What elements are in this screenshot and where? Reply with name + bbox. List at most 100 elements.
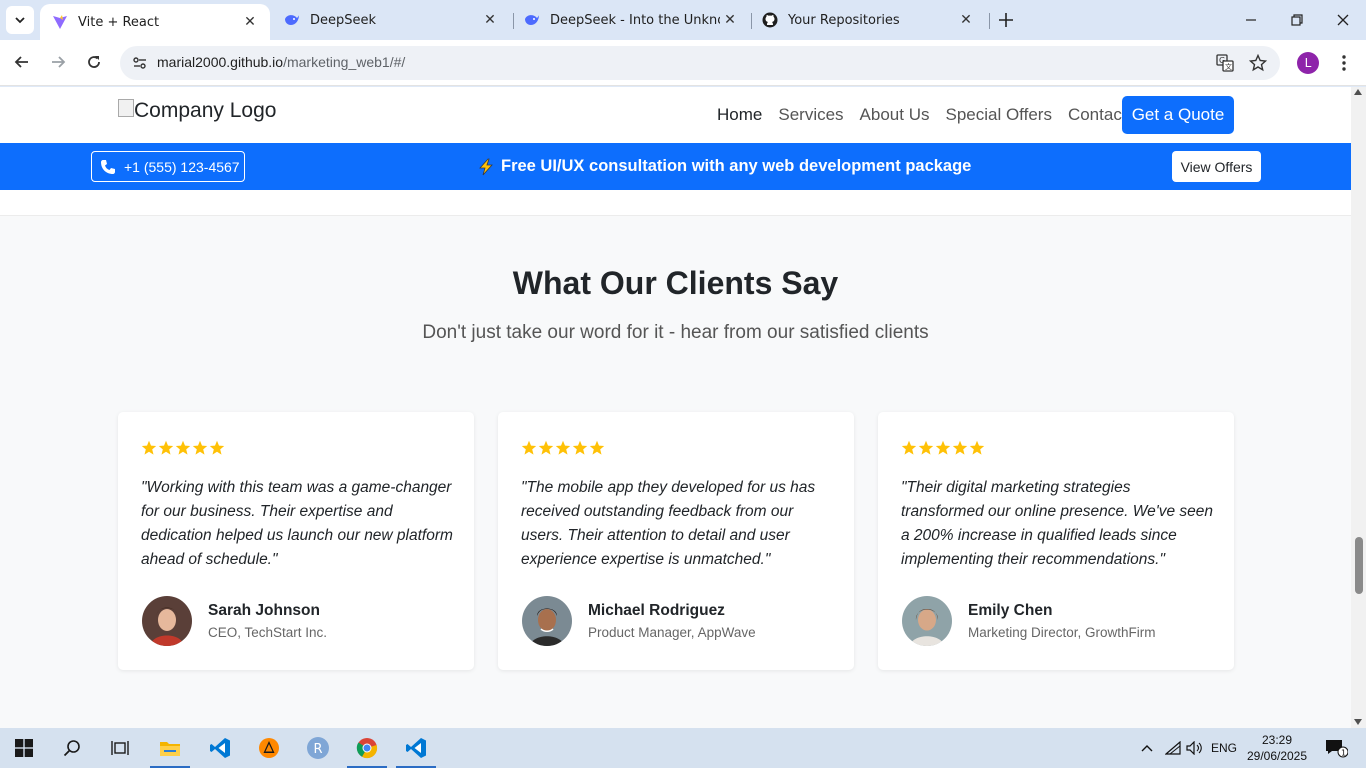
promo-banner: +1 (555) 123-4567 Free UI/UX consultatio…: [0, 143, 1351, 190]
r-icon: R: [307, 737, 329, 759]
browser-tab-strip: Vite + React ✕ DeepSeek ✕ DeepSeek - Int…: [0, 0, 1366, 40]
testimonial-card: "Their digital marketing strategies tran…: [878, 412, 1234, 670]
language-indicator[interactable]: ENG: [1208, 728, 1240, 768]
clock-date: 29/06/2025: [1246, 749, 1308, 763]
vlc-icon: [259, 738, 279, 758]
star-icon: [572, 440, 588, 455]
new-tab-button[interactable]: [994, 8, 1018, 32]
get-quote-button[interactable]: Get a Quote: [1122, 96, 1234, 134]
restore-button[interactable]: [1274, 0, 1320, 40]
close-icon[interactable]: ✕: [480, 10, 500, 30]
back-button[interactable]: [8, 48, 36, 76]
chrome-app[interactable]: [345, 728, 389, 768]
vscode-app[interactable]: [198, 728, 242, 768]
tab-vite-react[interactable]: Vite + React ✕: [40, 4, 270, 40]
testimonial-card: "Working with this team was a game-chang…: [118, 412, 474, 670]
phone-number: +1 (555) 123-4567: [124, 158, 240, 175]
author-name: Emily Chen: [968, 602, 1053, 619]
testimonials-subtitle: Don't just take our word for it - hear f…: [422, 322, 929, 343]
clock-time: 23:29: [1261, 733, 1293, 747]
taskbar-search-button[interactable]: [50, 728, 94, 768]
volume-icon[interactable]: [1184, 728, 1206, 768]
arrow-left-icon: [14, 56, 28, 68]
tab-your-repositories[interactable]: Your Repositories ✕: [750, 0, 986, 40]
star-icon: [521, 440, 537, 455]
deepseek-icon: [284, 12, 300, 28]
testimonials-title: What Our Clients Say: [512, 265, 839, 301]
lightning-icon: [479, 158, 493, 175]
vite-icon: [52, 14, 68, 30]
company-logo[interactable]: Company Logo: [118, 99, 276, 123]
translate-icon[interactable]: G文: [1214, 52, 1236, 74]
nav-link-services[interactable]: Services: [778, 105, 843, 125]
close-window-button[interactable]: [1320, 0, 1366, 40]
tab-deepseek[interactable]: DeepSeek ✕: [272, 0, 510, 40]
folder-icon: [160, 742, 180, 756]
star-icon: [192, 440, 208, 455]
section-divider: [0, 190, 1351, 216]
star-icon: [918, 440, 934, 455]
start-button[interactable]: [2, 728, 46, 768]
forward-button[interactable]: [44, 48, 72, 76]
view-offers-button[interactable]: View Offers: [1172, 151, 1261, 182]
testimonial-card: "The mobile app they developed for us ha…: [498, 412, 854, 670]
network-icon[interactable]: [1162, 728, 1184, 768]
tab-title: DeepSeek: [310, 12, 377, 28]
testimonial-quote: "Working with this team was a game-chang…: [141, 479, 453, 568]
close-icon[interactable]: ✕: [956, 10, 976, 30]
minimize-icon: [1246, 19, 1256, 21]
svg-text:文: 文: [1225, 62, 1232, 71]
close-icon[interactable]: ✕: [720, 10, 740, 30]
file-explorer-app[interactable]: [148, 728, 192, 768]
arrow-right-icon: [52, 56, 66, 68]
notification-center-button[interactable]: 1: [1318, 728, 1354, 768]
nav-link-contact[interactable]: Contact: [1068, 105, 1127, 125]
tab-title: DeepSeek - Into the Unknown: [550, 12, 720, 28]
star-icon: [141, 440, 157, 455]
r-app[interactable]: R: [296, 728, 340, 768]
chevron-down-icon: [15, 17, 25, 24]
task-view-button[interactable]: [98, 728, 142, 768]
vscode-app-active[interactable]: [394, 728, 438, 768]
testimonial-author: Michael Rodriguez Product Manager, AppWa…: [522, 596, 756, 646]
tab-title: Vite + React: [78, 14, 160, 30]
scroll-down-icon[interactable]: [1354, 719, 1362, 725]
reload-button[interactable]: [80, 48, 108, 76]
star-icon: [555, 440, 571, 455]
avatar: [902, 596, 952, 646]
nav-link-about-us[interactable]: About Us: [860, 105, 930, 125]
page-scrollbar[interactable]: [1351, 87, 1366, 728]
notification-count: 1: [1341, 749, 1346, 758]
testimonial-author: Sarah Johnson CEO, TechStart Inc.: [142, 596, 327, 646]
vlc-app[interactable]: [247, 728, 291, 768]
close-icon[interactable]: ✕: [240, 12, 260, 32]
github-icon: [762, 12, 778, 28]
star-icon: [209, 440, 225, 455]
address-bar[interactable]: marial2000.github.io/marketing_web1/#/ G…: [120, 46, 1280, 80]
broken-image-icon: [118, 99, 134, 117]
clock[interactable]: 23:29 29/06/2025: [1246, 732, 1308, 764]
promo-message: Free UI/UX consultation with any web dev…: [478, 157, 971, 176]
chrome-icon: [356, 738, 378, 759]
star-icon: [175, 440, 191, 455]
scroll-up-icon[interactable]: [1354, 89, 1362, 95]
testimonial-author: Emily Chen Marketing Director, GrowthFir…: [902, 596, 1156, 646]
svg-text:R: R: [314, 742, 323, 757]
bookmark-star-icon[interactable]: [1247, 52, 1269, 74]
show-hidden-icons-button[interactable]: [1136, 728, 1158, 768]
vscode-icon: [406, 738, 426, 758]
scrollbar-thumb[interactable]: [1355, 537, 1363, 594]
tab-search-button[interactable]: [6, 6, 34, 34]
phone-button[interactable]: +1 (555) 123-4567: [91, 151, 245, 182]
nav-link-special-offers[interactable]: Special Offers: [945, 105, 1051, 125]
star-icon: [901, 440, 917, 455]
profile-avatar[interactable]: L: [1297, 52, 1319, 74]
tab-deepseek-unknown[interactable]: DeepSeek - Into the Unknown ✕: [512, 0, 750, 40]
minimize-button[interactable]: [1228, 0, 1274, 40]
author-role: CEO, TechStart Inc.: [208, 625, 328, 640]
promo-text: Free UI/UX consultation with any web dev…: [501, 157, 972, 175]
deepseek-icon: [524, 12, 540, 28]
browser-menu-button[interactable]: [1334, 52, 1354, 74]
site-settings-icon[interactable]: [132, 55, 148, 71]
nav-link-home[interactable]: Home: [717, 105, 762, 125]
